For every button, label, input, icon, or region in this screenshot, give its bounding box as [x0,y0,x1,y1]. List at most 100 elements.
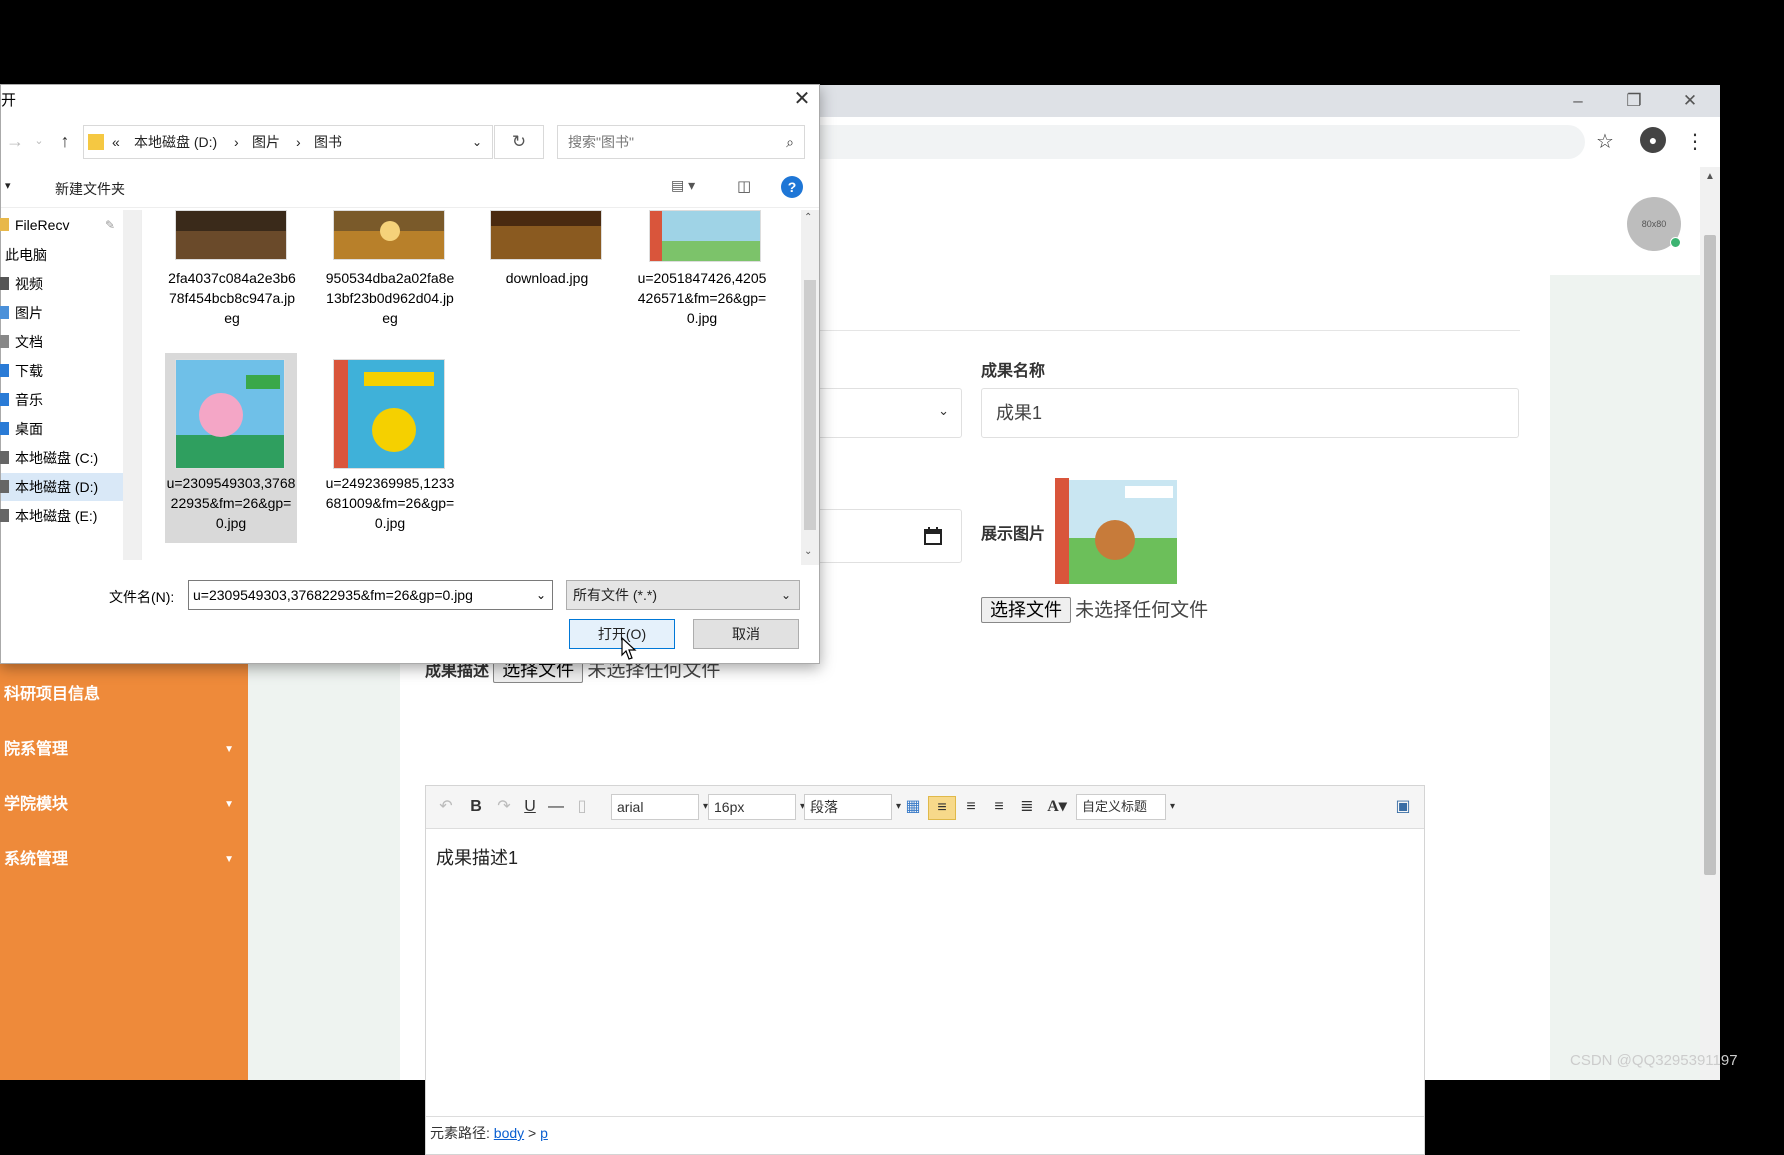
sidebar-item-system-management[interactable]: 系统管理 ▼ [0,835,248,885]
file-item[interactable]: u=2492369985,1233681009&fm=26&gp=0.jpg [326,353,454,543]
sidebar-item-college-module[interactable]: 学院模块 ▼ [0,780,248,830]
preview-pane-icon[interactable]: ◫ [737,177,751,195]
forward-arrow-icon[interactable]: → [3,129,27,153]
filename-input[interactable]: u=2309549303,376822935&fm=26&gp=0.jpg ⌄ [188,580,553,610]
scrollbar-thumb[interactable] [1704,235,1716,875]
sidebar-item-departments[interactable]: 院系管理 ▼ [0,725,248,775]
dialog-address-bar[interactable]: « 本地磁盘 (D:) › 图片 › 图书 ⌄ [83,125,493,159]
file-item-selected[interactable]: u=2309549303,376822935&fm=26&gp=0.jpg [165,353,297,543]
underline-icon[interactable]: U [520,796,540,818]
element-path-body-link[interactable]: body [494,1125,524,1141]
horizontal-rule-icon[interactable]: — [546,796,566,818]
nav-item-this-pc[interactable]: 此电脑 [1,241,141,269]
nav-item-videos[interactable]: 视频 [0,270,141,298]
file-name: download.jpg [505,270,589,286]
file-item[interactable]: 950534dba2a02fa8e13bf23b0d962d04.jpeg [326,210,454,340]
address-bar[interactable] [800,125,1585,159]
filetype-value: 所有文件 (*.*) [573,587,657,603]
dialog-command-bar: ▾ 新建文件夹 ▤ ▾ ◫ ? [1,169,819,208]
scroll-up-icon[interactable]: ⌃ [804,212,812,223]
up-arrow-icon[interactable]: ↑ [53,129,77,153]
file-item[interactable]: 2fa4037c084a2e3b678f454bcb8c947a.jpeg [168,210,296,340]
nav-item-music[interactable]: 音乐 [0,386,141,414]
align-left-icon[interactable]: ≡ [928,796,956,820]
nav-item-drive-d[interactable]: 本地磁盘 (D:) [0,473,123,501]
sidebar-item-label: 科研项目信息 [4,686,101,703]
breadcrumb-drive-d[interactable]: 本地磁盘 (D:) [134,126,217,158]
scroll-down-icon[interactable]: ⌄ [804,546,812,557]
table-icon[interactable]: ▦ [902,796,924,818]
align-center-icon[interactable]: ≡ [988,796,1010,818]
scroll-up-icon[interactable]: ▲ [1704,171,1716,183]
dropdown-arrow-icon: ▾ [895,801,901,812]
chevron-down-icon[interactable]: ⌄ [472,126,482,158]
font-size-select[interactable]: 16px ▾ [708,794,805,820]
breadcrumb-separator: › [234,134,239,150]
bold-icon[interactable]: B [466,796,486,818]
file-item[interactable]: u=2051847426,4205426571&fm=26&gp=0.jpg [638,210,766,340]
page-scrollbar[interactable]: ▲ [1700,167,1720,1080]
paste-icon[interactable]: ▯ [572,796,592,818]
editor-content[interactable]: 成果描述1 [436,844,518,870]
help-icon[interactable]: ? [781,176,803,198]
restore-icon[interactable]: ❐ [1606,85,1662,117]
custom-title-select[interactable]: 自定义标题 ▾ [1076,794,1175,820]
nav-item-desktop[interactable]: 桌面 [0,415,141,443]
view-options-icon[interactable]: ▤ ▾ [671,177,695,194]
sidebar-item-label: 系统管理 [4,851,69,868]
scrollbar-thumb[interactable] [804,280,816,530]
breadcrumb-pictures[interactable]: 图片 [252,126,280,158]
dialog-search-input[interactable]: 搜索"图书" ⌕ [557,125,805,159]
organize-dropdown-icon[interactable]: ▾ [5,179,11,192]
fullscreen-icon[interactable]: ▣ [1392,796,1414,818]
element-path-label: 元素路径: [430,1125,490,1141]
calendar-icon[interactable] [923,526,943,546]
redo-icon[interactable]: ↷ [494,796,514,818]
cancel-button[interactable]: 取消 [693,619,799,649]
nav-item-drive-e[interactable]: 本地磁盘 (E:) [0,502,141,530]
dropdown-arrow-icon: ▾ [1169,801,1175,812]
file-thumbnail [175,359,285,469]
element-path-p-link[interactable]: p [540,1125,548,1141]
file-thumbnail [649,210,761,262]
recent-dropdown-icon[interactable]: ⌄ [27,129,51,153]
editor-toolbar: ↶ B ↷ U — ▯ arial ▾ 16px ▾ 段落 ▾ ▦ ≡ ≡ ≡ ≣ A… [426,786,1424,829]
dialog-close-icon[interactable]: ✕ [785,85,819,113]
nav-item-filerecv[interactable]: FileRecv ✎ [0,211,141,239]
font-family-select[interactable]: arial ▾ [611,794,708,820]
font-color-icon[interactable]: A▾ [1044,796,1070,818]
document-icon [0,335,9,348]
align-justify-icon[interactable]: ≣ [1016,796,1038,818]
minimize-icon[interactable]: – [1550,85,1606,117]
nav-item-pictures[interactable]: 图片 [0,299,141,327]
breadcrumb-separator: › [296,134,301,150]
bookmark-star-icon[interactable]: ☆ [1590,127,1620,157]
picture-icon [0,306,9,319]
breadcrumb-books[interactable]: 图书 [314,126,342,158]
profile-icon[interactable]: ● [1640,127,1666,153]
nav-item-downloads[interactable]: 下载 [0,357,141,385]
search-icon: ⌕ [786,134,794,150]
align-right-icon[interactable]: ≡ [960,796,982,818]
nav-item-drive-c[interactable]: 本地磁盘 (C:) [0,444,141,472]
sidebar-item-research-projects[interactable]: 科研项目信息 [0,670,248,720]
undo-icon[interactable]: ↶ [436,796,456,818]
close-icon[interactable]: ✕ [1662,85,1718,117]
file-item[interactable]: download.jpg [488,210,608,340]
filetype-select[interactable]: 所有文件 (*.*) ⌄ [566,580,800,610]
file-list-scrollbar[interactable]: ⌃ ⌄ [801,210,819,565]
image-choose-file-button[interactable]: 选择文件 [981,597,1071,623]
filename-label: 文件名(N): [109,589,175,605]
breadcrumb-overflow[interactable]: « [112,126,120,158]
image-label: 展示图片 [981,526,1046,543]
sidebar-item-label: 院系管理 [4,741,69,758]
dialog-file-list: 2fa4037c084a2e3b678f454bcb8c947a.jpeg 95… [143,210,803,560]
nav-item-documents[interactable]: 文档 [0,328,141,356]
name-input[interactable]: 成果1 [981,388,1519,438]
chevron-down-icon: ⌄ [780,588,791,602]
chevron-down-icon[interactable]: ⌄ [536,581,546,609]
refresh-icon[interactable]: ↻ [494,125,544,159]
new-folder-button[interactable]: 新建文件夹 [55,179,125,199]
paragraph-select[interactable]: 段落 ▾ [804,794,901,820]
menu-icon[interactable]: ⋮ [1680,127,1710,157]
